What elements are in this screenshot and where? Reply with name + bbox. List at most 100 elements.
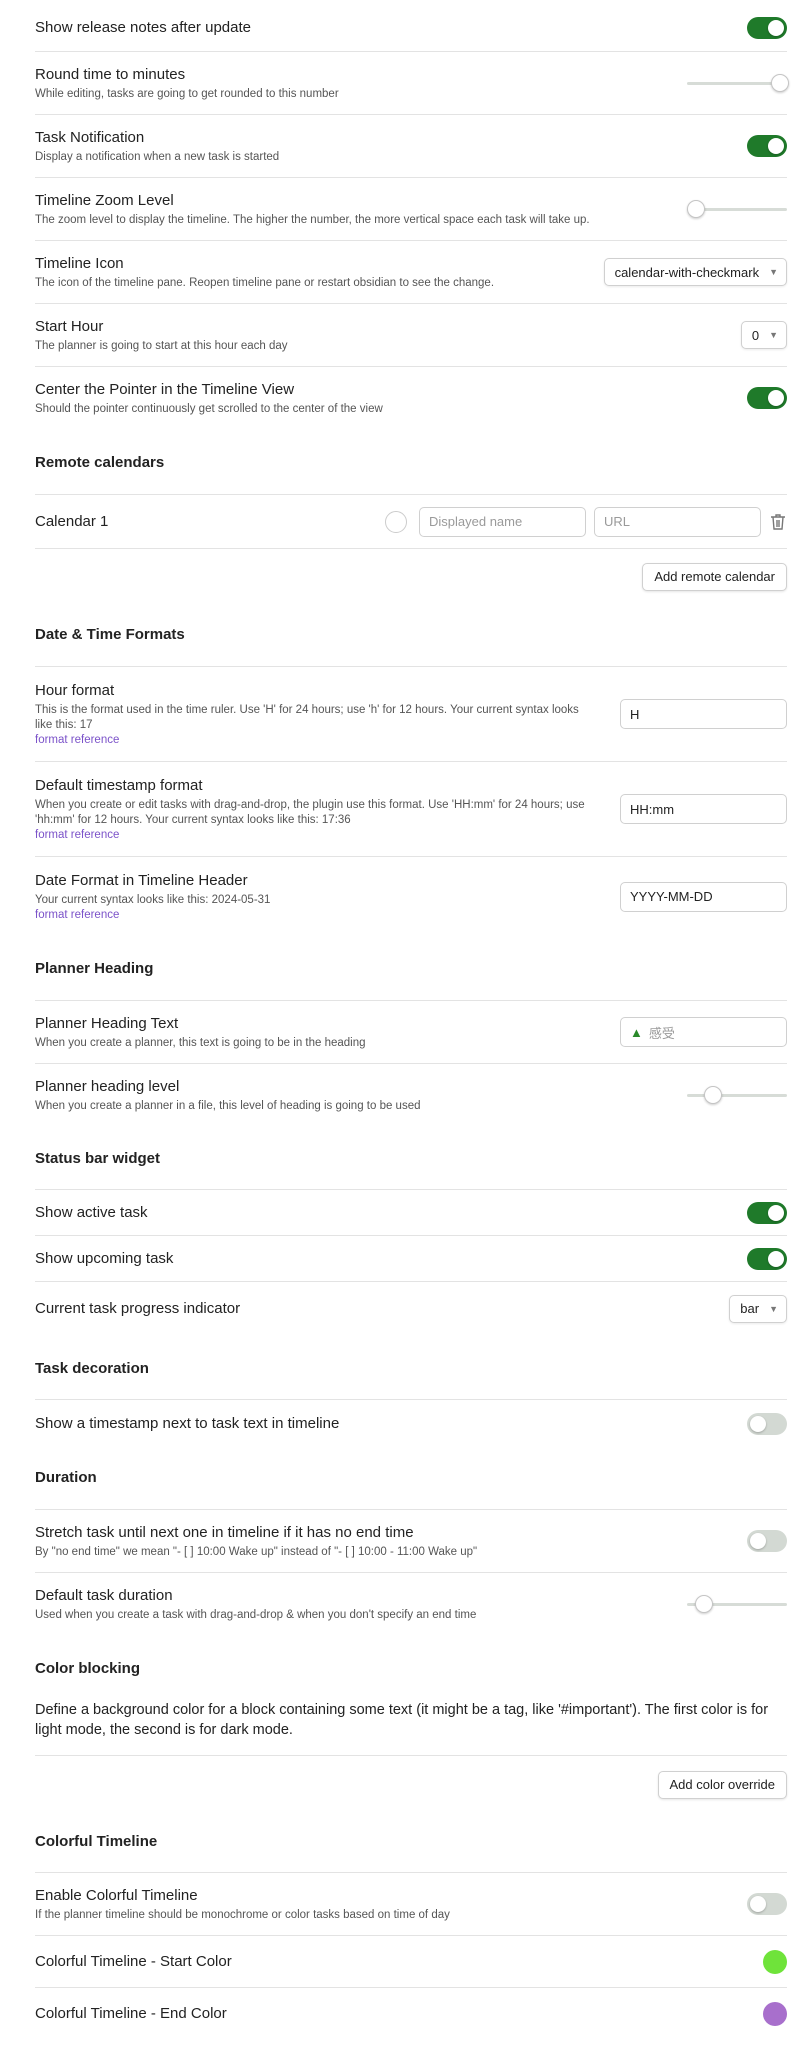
setting-name: Round time to minutes bbox=[35, 65, 186, 83]
setting-center-pointer: Center the Pointer in the Timeline View … bbox=[35, 366, 787, 429]
format-reference-link[interactable]: format reference bbox=[35, 733, 580, 748]
end-color-picker[interactable] bbox=[763, 2001, 787, 2026]
setting-start-hour: Start Hour The planner is going to start… bbox=[35, 303, 787, 366]
calendar-color-picker[interactable] bbox=[385, 510, 407, 533]
setting-desc: When you create a planner in a file, thi… bbox=[35, 1099, 421, 1112]
setting-desc: Should the pointer continuously get scro… bbox=[35, 402, 383, 415]
center-pointer-toggle[interactable] bbox=[747, 387, 787, 409]
setting-desc: This is the format used in the time rule… bbox=[35, 703, 579, 731]
setting-show-active-task: Show active task bbox=[35, 1189, 787, 1235]
setting-desc: The icon of the timeline pane. Reopen ti… bbox=[35, 276, 495, 289]
setting-release-notes: Show release notes after update bbox=[35, 10, 787, 46]
enable-colorful-toggle[interactable] bbox=[747, 1893, 787, 1915]
show-upcoming-task-toggle[interactable] bbox=[747, 1247, 787, 1270]
hour-format-input[interactable] bbox=[620, 699, 787, 729]
setting-name: Planner Heading Text bbox=[35, 1014, 179, 1032]
setting-name: Start Hour bbox=[35, 317, 104, 335]
section-heading-datetime: Date & Time Formats bbox=[35, 626, 185, 643]
setting-name: Enable Colorful Timeline bbox=[35, 1886, 198, 1904]
setting-desc: The planner is going to start at this ho… bbox=[35, 339, 288, 352]
setting-name: Task Notification bbox=[35, 128, 145, 146]
setting-name: Show a timestamp next to task text in ti… bbox=[35, 1414, 340, 1432]
remote-calendar-row: Calendar 1 bbox=[35, 494, 787, 548]
color-blocking-description: Define a background color for a block co… bbox=[35, 1702, 769, 1738]
displayed-name-input[interactable] bbox=[419, 506, 586, 537]
setting-task-notification: Task Notification Display a notification… bbox=[35, 114, 787, 177]
add-color-override-button[interactable]: Add color override bbox=[657, 1770, 787, 1799]
settings-page: Show release notes after update Round ti… bbox=[0, 0, 795, 2062]
round-time-slider[interactable] bbox=[687, 74, 789, 92]
section-heading-statusbar: Status bar widget bbox=[35, 1150, 161, 1167]
setting-desc: Your current syntax looks like this: 202… bbox=[35, 893, 271, 906]
timestamp-format-input[interactable] bbox=[620, 794, 787, 824]
setting-name: Default task duration bbox=[35, 1586, 173, 1604]
setting-name: Date Format in Timeline Header bbox=[35, 871, 248, 889]
timeline-icon-dropdown[interactable]: calendar-with-checkmark ▼ bbox=[603, 258, 787, 286]
setting-planner-heading-text: Planner Heading Text When you create a p… bbox=[35, 1000, 787, 1063]
default-duration-slider[interactable] bbox=[687, 1595, 787, 1613]
show-timestamp-toggle[interactable] bbox=[747, 1412, 787, 1435]
section-heading-decoration: Task decoration bbox=[35, 1360, 149, 1377]
setting-desc: When you create a planner, this text is … bbox=[35, 1036, 366, 1049]
setting-name: Colorful Timeline - Start Color bbox=[35, 1952, 232, 1970]
setting-show-timestamp: Show a timestamp next to task text in ti… bbox=[35, 1399, 787, 1447]
setting-name: Hour format bbox=[35, 681, 115, 699]
setting-default-duration: Default task duration Used when you crea… bbox=[35, 1572, 787, 1635]
trash-icon[interactable] bbox=[769, 512, 787, 532]
setting-desc: Used when you create a task with drag-an… bbox=[35, 1608, 477, 1621]
setting-name: Default timestamp format bbox=[35, 776, 203, 794]
show-active-task-toggle[interactable] bbox=[747, 1201, 787, 1224]
stretch-task-toggle[interactable] bbox=[747, 1530, 787, 1552]
task-notification-toggle[interactable] bbox=[747, 135, 787, 157]
setting-progress-indicator: Current task progress indicator bar ▼ bbox=[35, 1281, 787, 1335]
input-placeholder: 感受 bbox=[648, 1025, 675, 1041]
zoom-level-slider[interactable] bbox=[687, 200, 787, 218]
setting-round-time: Round time to minutes While editing, tas… bbox=[35, 51, 789, 114]
dropdown-value: calendar-with-checkmark bbox=[614, 264, 760, 280]
section-heading-duration: Duration bbox=[35, 1469, 97, 1486]
setting-show-upcoming-task: Show upcoming task bbox=[35, 1235, 787, 1281]
setting-name: Stretch task until next one in timeline … bbox=[35, 1523, 414, 1541]
url-input[interactable] bbox=[594, 506, 761, 537]
start-hour-dropdown[interactable]: 0 ▼ bbox=[740, 321, 787, 349]
release-notes-toggle[interactable] bbox=[747, 17, 787, 39]
format-reference-link[interactable]: format reference bbox=[35, 908, 270, 923]
section-heading-color-blocking: Color blocking bbox=[35, 1660, 140, 1677]
setting-timestamp-format: Default timestamp format When you create… bbox=[35, 761, 787, 856]
setting-end-color: Colorful Timeline - End Color bbox=[35, 1987, 787, 2039]
progress-indicator-dropdown[interactable]: bar ▼ bbox=[729, 1294, 787, 1323]
date-header-format-input[interactable] bbox=[620, 881, 787, 912]
dropdown-value: 0 bbox=[751, 327, 760, 343]
planner-heading-level-slider[interactable] bbox=[687, 1086, 787, 1104]
setting-name: Planner heading level bbox=[35, 1077, 180, 1095]
start-color-picker[interactable] bbox=[763, 1949, 787, 1974]
setting-name: Center the Pointer in the Timeline View bbox=[35, 380, 295, 398]
add-remote-calendar-button[interactable]: Add remote calendar bbox=[642, 562, 787, 591]
setting-name: Show release notes after update bbox=[35, 19, 251, 36]
setting-date-header-format: Date Format in Timeline Header Your curr… bbox=[35, 856, 787, 936]
setting-stretch-task: Stretch task until next one in timeline … bbox=[35, 1509, 787, 1572]
setting-name: Timeline Zoom Level bbox=[35, 191, 174, 209]
setting-desc: When you create or edit tasks with drag-… bbox=[35, 798, 585, 826]
setting-name: Current task progress indicator bbox=[35, 1299, 241, 1317]
setting-desc: By "no end time" we mean "- [ ] 10:00 Wa… bbox=[35, 1545, 478, 1558]
section-heading-colorful: Colorful Timeline bbox=[35, 1833, 158, 1850]
calendar-name: Calendar 1 bbox=[35, 512, 109, 530]
setting-name: Show upcoming task bbox=[35, 1249, 174, 1267]
add-color-override-row: Add color override bbox=[35, 1755, 787, 1813]
tree-icon: ▲ bbox=[630, 1024, 643, 1040]
setting-start-color: Colorful Timeline - Start Color bbox=[35, 1935, 787, 1987]
planner-heading-text-input[interactable]: ▲ 感受 bbox=[620, 1017, 787, 1047]
section-heading-remote: Remote calendars bbox=[35, 454, 165, 471]
setting-name: Show active task bbox=[35, 1203, 148, 1221]
setting-desc: The zoom level to display the timeline. … bbox=[35, 213, 590, 226]
dropdown-value: bar bbox=[740, 1301, 760, 1316]
setting-planner-heading-level: Planner heading level When you create a … bbox=[35, 1063, 787, 1126]
format-reference-link[interactable]: format reference bbox=[35, 828, 600, 843]
setting-timeline-icon: Timeline Icon The icon of the timeline p… bbox=[35, 240, 787, 303]
setting-desc: While editing, tasks are going to get ro… bbox=[35, 87, 339, 100]
add-remote-row: Add remote calendar bbox=[35, 548, 787, 604]
chevron-down-icon: ▼ bbox=[769, 267, 778, 277]
setting-desc: Display a notification when a new task i… bbox=[35, 150, 280, 163]
setting-desc: If the planner timeline should be monoch… bbox=[35, 1908, 450, 1921]
